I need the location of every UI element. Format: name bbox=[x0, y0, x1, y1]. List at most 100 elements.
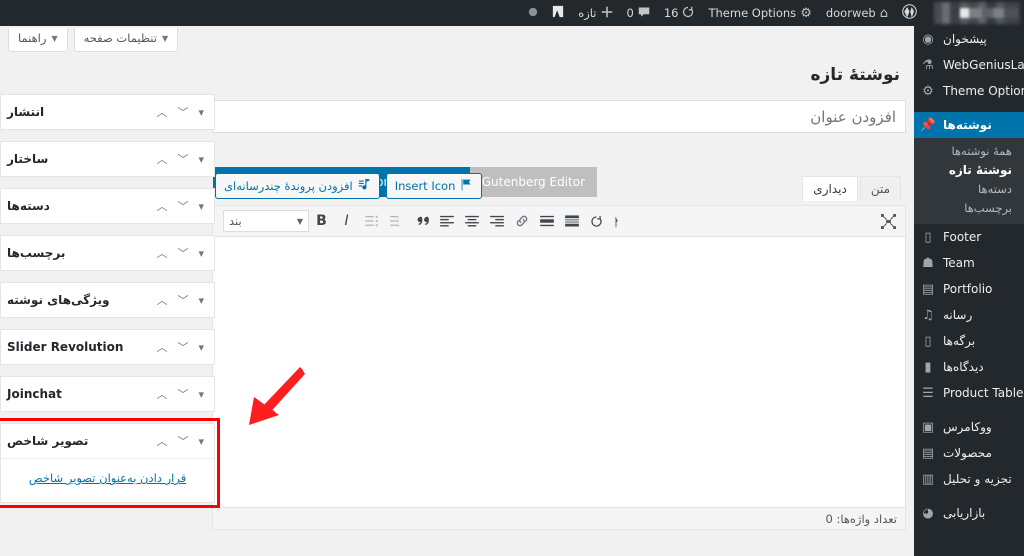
admin-bar-theme-options[interactable]: ⚙ Theme Options bbox=[701, 0, 818, 26]
metabox-header[interactable]: تصویر شاخص ︿ ﹀ ▾ bbox=[1, 424, 214, 458]
sidebar-item-7[interactable]: رسانه ♫ bbox=[914, 302, 1024, 328]
admin-bar-updates[interactable] bbox=[521, 0, 545, 26]
tab-text-editor[interactable]: متن bbox=[859, 176, 901, 201]
sidebar-item-8[interactable]: برگه‌ها ▯ bbox=[914, 328, 1024, 354]
help-tab-button[interactable]: راهنما ▼ bbox=[8, 28, 68, 52]
sidebar-item-11[interactable]: ووکامرس ▣ bbox=[914, 414, 1024, 440]
admin-bar-comments[interactable]: 0 bbox=[620, 0, 657, 26]
editor-content-area[interactable] bbox=[213, 237, 905, 507]
admin-bar-new-content[interactable]: تازه bbox=[571, 0, 619, 26]
metabox-header[interactable]: ویژگی‌های نوشته ︿ ﹀ ▾ bbox=[1, 283, 214, 317]
submenu-item-0[interactable]: همهٔ نوشته‌ها bbox=[914, 142, 1024, 161]
insert-link-button[interactable] bbox=[509, 209, 534, 233]
toggle-panel-icon[interactable]: ▾ bbox=[198, 295, 204, 306]
move-down-icon[interactable]: ﹀ bbox=[177, 248, 188, 259]
move-up-icon[interactable]: ︿ bbox=[156, 201, 167, 212]
editor-toolbar[interactable]: ▼ بند B I 123 bbox=[213, 206, 905, 237]
move-down-icon[interactable]: ﹀ bbox=[177, 389, 188, 400]
clear-formatting-button[interactable] bbox=[584, 209, 609, 233]
read-more-button[interactable] bbox=[534, 209, 559, 233]
toggle-panel-icon[interactable]: ▾ bbox=[198, 154, 204, 165]
admin-sidebar-menu[interactable]: پیشخوان ◉ WebGeniusLab ⚗ Theme Options ⚙ نوشته… bbox=[914, 26, 1024, 556]
submenu-item-2[interactable]: دسته‌ها bbox=[914, 180, 1024, 199]
toggle-toolbar-button[interactable] bbox=[559, 209, 584, 233]
metabox-title: Slider Revolution bbox=[7, 340, 124, 354]
sidebar-item-10[interactable]: Product Tables ☰ bbox=[914, 380, 1024, 406]
move-down-icon[interactable]: ﹀ bbox=[177, 154, 188, 165]
numbered-list-button[interactable]: 123 bbox=[384, 209, 409, 233]
sidebar-item-14[interactable]: بازاریابی ◕ bbox=[914, 500, 1024, 526]
tab-gutenberg-editor[interactable]: Gutenberg Editor bbox=[469, 167, 597, 197]
editor-mode-tabs[interactable]: دیداری متن bbox=[800, 176, 901, 201]
toggle-panel-icon[interactable]: ▾ bbox=[198, 436, 204, 447]
admin-bar-revisions[interactable]: 16 bbox=[657, 0, 702, 26]
sidebar-item-6[interactable]: Portfolio ▤ bbox=[914, 276, 1024, 302]
align-right-button[interactable] bbox=[484, 209, 509, 233]
metabox-title: Joinchat bbox=[7, 387, 62, 401]
metabox-header[interactable]: Slider Revolution ︿ ﹀ ▾ bbox=[1, 330, 214, 364]
move-up-icon[interactable]: ︿ bbox=[156, 248, 167, 259]
move-down-icon[interactable]: ﹀ bbox=[177, 295, 188, 306]
paragraph-format-select[interactable]: ▼ بند bbox=[223, 210, 309, 232]
sidebar-item-2[interactable]: Theme Options ⚙ bbox=[914, 78, 1024, 104]
move-up-icon[interactable]: ︿ bbox=[156, 295, 167, 306]
sidebar-item-9[interactable]: دیدگاه‌ها ▮ bbox=[914, 354, 1024, 380]
post-title-input[interactable] bbox=[212, 100, 906, 133]
editor-status-bar: تعداد واژه‌ها: 0 bbox=[213, 507, 905, 529]
toggle-panel-icon[interactable]: ▾ bbox=[198, 201, 204, 212]
sidebar-item-12[interactable]: محصولات ▤ bbox=[914, 440, 1024, 466]
sidebar-item-0[interactable]: پیشخوان ◉ bbox=[914, 26, 1024, 52]
italic-button[interactable]: I bbox=[334, 209, 359, 233]
rtl-button[interactable]: ¶ bbox=[609, 209, 634, 233]
metabox-header[interactable]: انتشار ︿ ﹀ ▾ bbox=[1, 95, 214, 129]
toggle-panel-icon[interactable]: ▾ bbox=[198, 389, 204, 400]
move-down-icon[interactable]: ﹀ bbox=[177, 342, 188, 353]
add-media-button[interactable]: افزودن پروندهٔ چندرسانه‌ای bbox=[215, 173, 380, 199]
metabox-header[interactable]: دسته‌ها ︿ ﹀ ▾ bbox=[1, 189, 214, 223]
insert-icon-button[interactable]: Insert Icon bbox=[385, 173, 483, 199]
move-down-icon[interactable]: ﹀ bbox=[177, 436, 188, 447]
sidebar-item-1[interactable]: WebGeniusLab ⚗ bbox=[914, 52, 1024, 78]
move-down-icon[interactable]: ﹀ bbox=[177, 201, 188, 212]
sidebar-item-13[interactable]: تجزیه و تحلیل ▥ bbox=[914, 466, 1024, 492]
screen-options-button[interactable]: تنظیمات صفحه ▼ bbox=[73, 28, 179, 52]
metabox-3: برچسب‌ها ︿ ﹀ ▾ bbox=[0, 235, 215, 271]
sidebar-item-5[interactable]: Team ☗ bbox=[914, 250, 1024, 276]
tab-visual-editor[interactable]: دیداری bbox=[802, 176, 858, 201]
tab-gutenberg-editor-label: Gutenberg Editor bbox=[481, 175, 585, 189]
blockquote-button[interactable] bbox=[409, 209, 434, 233]
sidebar-item-label: ووکامرس bbox=[943, 420, 992, 434]
metabox-header[interactable]: برچسب‌ها ︿ ﹀ ▾ bbox=[1, 236, 214, 270]
bulleted-list-button[interactable] bbox=[359, 209, 384, 233]
metabox-header[interactable]: Joinchat ︿ ﹀ ▾ bbox=[1, 377, 214, 411]
submenu-item-3[interactable]: برچسب‌ها bbox=[914, 199, 1024, 218]
metabox-header[interactable]: ساختار ︿ ﹀ ▾ bbox=[1, 142, 214, 176]
move-up-icon[interactable]: ︿ bbox=[156, 154, 167, 165]
align-center-button[interactable] bbox=[459, 209, 484, 233]
metabox-title: انتشار bbox=[7, 105, 45, 119]
move-up-icon[interactable]: ︿ bbox=[156, 342, 167, 353]
submenu-item-1[interactable]: نوشتهٔ تازه bbox=[914, 161, 1024, 180]
sidebar-item-label: برگه‌ها bbox=[943, 334, 976, 348]
sidebar-item-label: Portfolio bbox=[943, 282, 993, 296]
flag-icon bbox=[460, 178, 473, 195]
bold-button[interactable]: B bbox=[309, 209, 334, 233]
toggle-panel-icon[interactable]: ▾ bbox=[198, 342, 204, 353]
admin-bar-yoast[interactable] bbox=[545, 0, 571, 26]
admin-bar-wp-logo[interactable] bbox=[895, 0, 924, 26]
sidebar-item-3[interactable]: نوشته‌ها 📌 bbox=[914, 112, 1024, 138]
sidebar-item-icon: ◕ bbox=[922, 505, 934, 521]
move-up-icon[interactable]: ︿ bbox=[156, 389, 167, 400]
screen-options-label: تنظیمات صفحه bbox=[83, 31, 157, 45]
align-left-button[interactable] bbox=[434, 209, 459, 233]
toggle-panel-icon[interactable]: ▾ bbox=[198, 248, 204, 259]
move-up-icon[interactable]: ︿ bbox=[156, 436, 167, 447]
admin-bar-account[interactable]: ⌂ doorweb bbox=[819, 0, 895, 26]
metabox-controls: ︿ ﹀ ▾ bbox=[156, 436, 204, 447]
move-up-icon[interactable]: ︿ bbox=[156, 107, 167, 118]
set-featured-image-link[interactable]: قرار دادن به‌عنوان تصویر شاخص bbox=[11, 463, 204, 485]
toggle-panel-icon[interactable]: ▾ bbox=[198, 107, 204, 118]
move-down-icon[interactable]: ﹀ bbox=[177, 107, 188, 118]
distraction-free-button[interactable] bbox=[876, 209, 901, 233]
sidebar-item-4[interactable]: Footer ▯ bbox=[914, 224, 1024, 250]
